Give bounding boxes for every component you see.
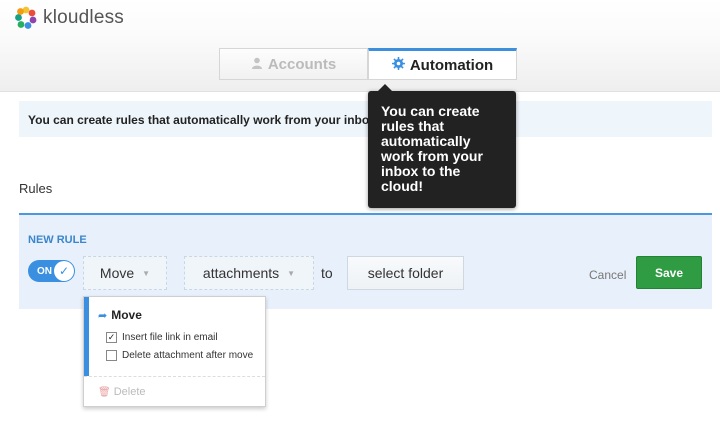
save-button[interactable]: Save bbox=[636, 256, 702, 289]
save-button-label: Save bbox=[654, 265, 684, 280]
tab-automation-label: Automation bbox=[409, 56, 494, 74]
delete-label: Delete bbox=[113, 386, 146, 398]
user-icon bbox=[251, 56, 263, 73]
tab-automation[interactable]: Automation bbox=[368, 48, 517, 80]
toggle-label: ON bbox=[37, 265, 52, 277]
action-dropdown-label: Move bbox=[99, 265, 135, 281]
menu-divider bbox=[84, 376, 265, 377]
option-delete-attachment[interactable]: Delete attachment after move bbox=[106, 350, 253, 361]
trash-icon: 🗑 bbox=[98, 386, 111, 398]
app-header: kloudless Accounts Automation bbox=[0, 0, 720, 92]
select-folder-button[interactable]: select folder bbox=[347, 256, 464, 290]
target-dropdown[interactable]: attachments ▼ bbox=[184, 256, 314, 290]
tooltip: You can create rules that automatically … bbox=[368, 84, 516, 208]
info-bar: You can create rules that automatically … bbox=[19, 101, 712, 137]
insert-link-checkbox[interactable]: ✓ bbox=[106, 332, 117, 343]
delete-attachment-checkbox[interactable] bbox=[106, 350, 117, 361]
option-insert-link-label: Insert file link in email bbox=[122, 332, 218, 343]
action-menu: ➦ Move ✓ Insert file link in email Delet… bbox=[83, 296, 266, 407]
target-dropdown-label: attachments bbox=[202, 265, 280, 281]
new-rule-label: NEW RULE bbox=[28, 234, 87, 246]
gear-icon bbox=[391, 56, 405, 74]
menu-heading-label: Move bbox=[111, 308, 142, 322]
tab-accounts[interactable]: Accounts bbox=[219, 48, 368, 80]
tab-accounts-label: Accounts bbox=[267, 55, 337, 73]
to-label: to bbox=[321, 265, 333, 281]
rule-on-toggle[interactable]: ON ✓ bbox=[28, 260, 75, 282]
select-folder-label: select folder bbox=[367, 265, 444, 281]
tooltip-text: You can create rules that automatically … bbox=[381, 103, 483, 194]
check-icon: ✓ bbox=[54, 261, 74, 281]
delete-rule-button[interactable]: 🗑 Delete bbox=[98, 386, 146, 398]
menu-accent-bar bbox=[84, 297, 89, 376]
app-name: kloudless bbox=[43, 7, 125, 28]
option-insert-link[interactable]: ✓ Insert file link in email bbox=[106, 332, 218, 343]
option-delete-attachment-label: Delete attachment after move bbox=[122, 350, 254, 361]
logo[interactable]: kloudless bbox=[14, 6, 124, 30]
info-bar-text: You can create rules that automatically … bbox=[28, 113, 376, 127]
caret-down-icon: ▼ bbox=[287, 268, 296, 278]
caret-down-icon: ▼ bbox=[142, 268, 151, 278]
action-dropdown[interactable]: Move ▼ bbox=[83, 256, 167, 290]
menu-item-move[interactable]: ➦ Move bbox=[98, 308, 142, 322]
kloudless-logo-icon bbox=[15, 6, 37, 29]
cancel-button[interactable]: Cancel bbox=[589, 268, 626, 282]
share-arrow-icon: ➦ bbox=[98, 309, 108, 322]
new-rule-panel: NEW RULE ON ✓ Move ▼ attachments ▼ to se… bbox=[19, 213, 712, 309]
rules-title: Rules bbox=[19, 181, 53, 196]
